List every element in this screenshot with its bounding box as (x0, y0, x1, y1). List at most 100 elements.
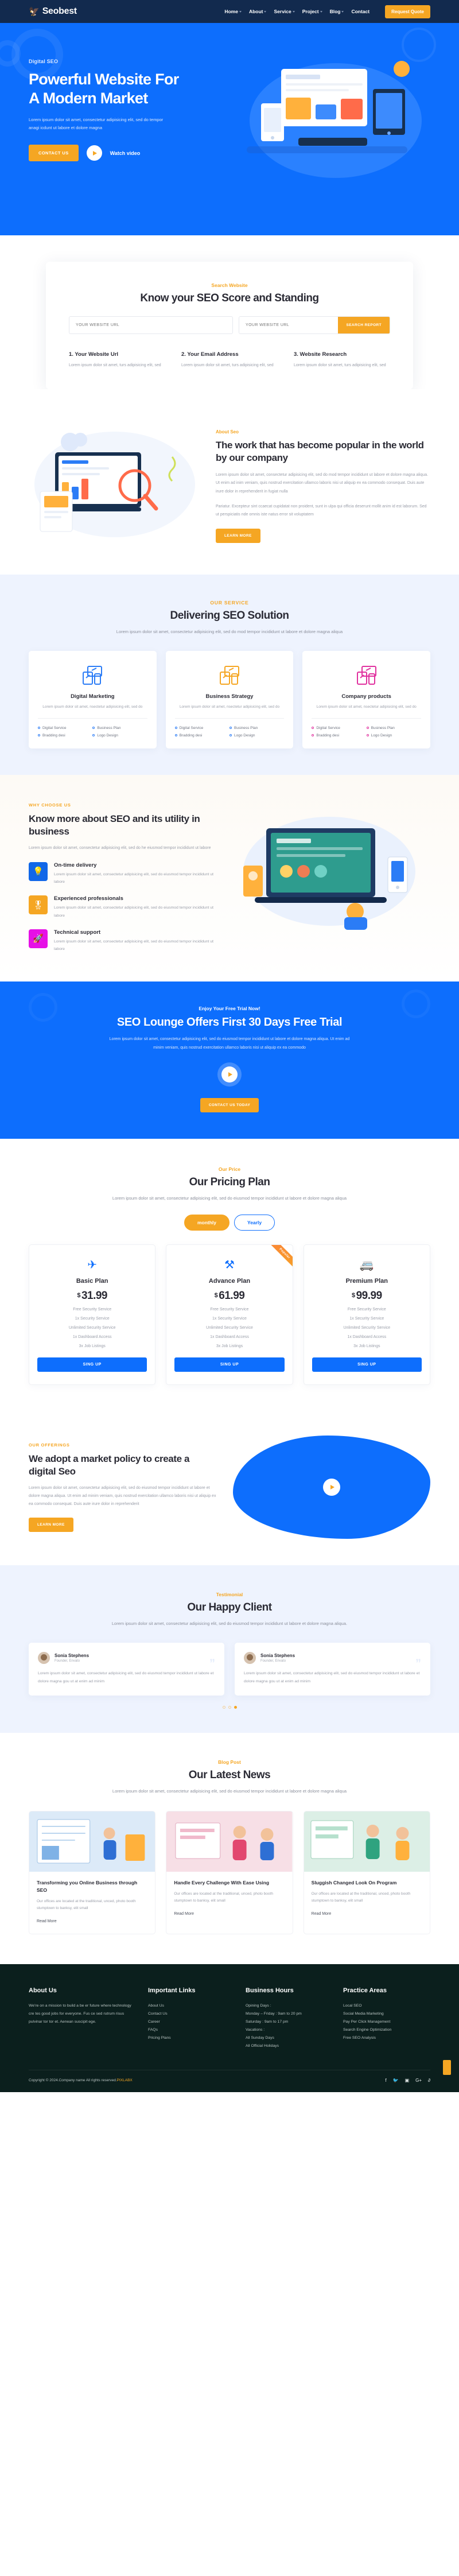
google-plus-icon[interactable]: G+ (415, 2078, 422, 2083)
blog-card[interactable]: Transforming you Online Business through… (29, 1811, 156, 1934)
why-feature-title: Technical support (54, 929, 101, 936)
billing-yearly-button[interactable]: Yearly (234, 1214, 275, 1231)
brand-logo[interactable]: 🦅 Seobest (29, 6, 77, 17)
copyright-text: Copyright © 2024.Company name All rights… (29, 2078, 133, 2082)
request-quote-button[interactable]: Request Quote (385, 5, 430, 18)
why-feature-item: 🚀 Technical support Lorem ipsum dolor si… (29, 929, 218, 953)
footer-link[interactable]: Career (148, 2018, 235, 2026)
service-desc: Lorem ipsum dolor sit amet, nsectetur ad… (42, 705, 143, 709)
step-desc: Lorem ipsum dolor sit amet, turs adipisi… (181, 363, 274, 367)
offerings-learn-more-button[interactable]: LEARN MORE (29, 1517, 73, 1532)
seo-score-title: Know your SEO Score and Standing (140, 292, 319, 304)
footer-practice-link[interactable]: Local SEO (343, 2002, 430, 2010)
footer-practice-link[interactable]: Free SEO Analysis (343, 2034, 430, 2042)
pricing-kicker: Our Price (218, 1166, 241, 1172)
seo-score-kicker: Search Website (211, 282, 248, 288)
nav-item-service[interactable]: Service (274, 9, 295, 14)
service-card[interactable]: Company products Lorem ipsum dolor sit a… (302, 651, 431, 748)
footer-link[interactable]: Contact Us (148, 2010, 235, 2018)
hero-watch-label: Watch video (110, 150, 141, 156)
trial-desc: Lorem ipsum dolor sit amet, consectetur … (109, 1037, 350, 1050)
blog-card[interactable]: Sluggish Changed Look On Program Our off… (303, 1811, 430, 1934)
plan-name: Premium Plan (345, 1277, 388, 1285)
divider (38, 717, 147, 719)
billing-monthly-button[interactable]: monthly (184, 1214, 230, 1231)
plan-feature: 1x Security Service (349, 1316, 384, 1321)
carousel-dot-active[interactable] (234, 1706, 237, 1709)
quote-icon: „ (209, 1651, 215, 1664)
trial-play-button[interactable] (221, 1066, 238, 1083)
bullet-icon (174, 734, 177, 737)
website-url-input[interactable] (69, 316, 233, 334)
footer-heading: Practice Areas (343, 1987, 387, 1994)
footer-hours-item: All Sunday Days (246, 2036, 274, 2040)
twitter-icon[interactable]: 🐦 (393, 2078, 399, 2083)
why-desc: Lorem ipsum dolor sit amet, consectetur … (29, 845, 211, 850)
service-desc: Lorem ipsum dolor sit amet, nsectetur ad… (179, 705, 280, 709)
read-more-link[interactable]: Read More (37, 1919, 57, 1923)
back-to-top-button[interactable] (443, 2059, 451, 2075)
brand-name: Seobest (42, 6, 77, 16)
about-paragraph-2: Pariatur. Excepteur sint ccaecat cupidat… (216, 504, 427, 517)
offerings-kicker: OUR OFFERINGS (29, 1442, 70, 1448)
blog-post-title: Handle Every Challenge With Ease Using (174, 1880, 270, 1886)
plan-feature: 1x Security Service (212, 1316, 247, 1321)
avatar (38, 1652, 50, 1665)
plan-signup-button[interactable]: SING UP (312, 1357, 422, 1372)
devices-icon (38, 662, 147, 689)
nav-item-about[interactable]: About (249, 9, 267, 14)
carousel-dots (29, 1706, 430, 1709)
service-feature: Digital Service (312, 724, 366, 732)
hero-play-button[interactable] (86, 145, 102, 161)
email-url-input[interactable] (239, 317, 339, 333)
service-card[interactable]: Business Strategy Lorem ipsum dolor sit … (165, 651, 294, 748)
nav-item-blog[interactable]: Blog (330, 9, 344, 14)
footer-link[interactable]: About Us (148, 2002, 235, 2010)
blog-illustration (166, 1811, 293, 1872)
why-feature-title: On-time delivery (54, 862, 97, 868)
offerings-section: OUR OFFERINGS We adopt a market policy t… (0, 1414, 459, 1565)
footer-about-text: We're on a mission to build a be er futu… (29, 2003, 131, 2024)
services-section: OUR SERVICE Delivering SEO Solution Lore… (0, 574, 459, 775)
blog-card[interactable]: Handle Every Challenge With Ease Using O… (166, 1811, 293, 1934)
behance-icon[interactable]: ∂ (428, 2078, 430, 2083)
main-nav: Home About Service Project Blog Contact … (224, 5, 430, 18)
devices-icon (312, 662, 421, 689)
search-report-button[interactable]: SEARCH REPORT (338, 317, 390, 333)
carousel-dot[interactable] (222, 1706, 225, 1709)
plan-signup-button[interactable]: SING UP (37, 1357, 147, 1372)
plan-name: Basic Plan (76, 1277, 108, 1285)
footer-practice-link[interactable]: Social Media Marketing (343, 2010, 430, 2018)
quote-icon: „ (415, 1651, 421, 1664)
service-feature: Bradding desi (38, 732, 92, 739)
contact-us-today-button[interactable]: CONTACT US TODAY (200, 1097, 259, 1112)
tools-icon: ⚒ (224, 1258, 235, 1271)
footer-links-column: Important Links About Us Contact Us Care… (148, 1987, 235, 2050)
plan-feature: Unlimited Security Service (206, 1325, 253, 1330)
instagram-icon[interactable]: ▣ (405, 2078, 410, 2083)
bullet-icon (230, 727, 232, 730)
plan-name: Advance Plan (208, 1277, 251, 1285)
bullet-icon (174, 727, 177, 730)
offerings-play-button[interactable] (323, 1478, 340, 1496)
read-more-link[interactable]: Read More (174, 1912, 194, 1916)
facebook-icon[interactable]: f (385, 2078, 386, 2083)
hero-contact-button[interactable]: CONTACT US (29, 145, 79, 162)
read-more-link[interactable]: Read More (312, 1912, 332, 1916)
service-card[interactable]: Digital Marketing Lorem ipsum dolor sit … (29, 651, 157, 748)
testimonial-desc: Lorem ipsum dolor sit amet, consectetur … (111, 1620, 348, 1626)
footer-link[interactable]: FAQs (148, 2026, 235, 2034)
service-feature: Bradding desi (174, 732, 230, 739)
carousel-dot[interactable] (228, 1706, 231, 1709)
footer-link[interactable]: Pricing Plans (148, 2034, 235, 2042)
services-desc: Lorem ipsum dolor sit amet, consectetur … (116, 629, 343, 634)
footer-practice-link[interactable]: Pay Per Click Management (343, 2018, 430, 2026)
nav-item-contact[interactable]: Contact (351, 9, 369, 14)
billing-toggle: monthly Yearly (29, 1214, 430, 1231)
bullet-icon (92, 734, 95, 737)
footer-practice-link[interactable]: Search Engine Optimization (343, 2026, 430, 2034)
nav-item-home[interactable]: Home (224, 9, 242, 14)
nav-item-project[interactable]: Project (302, 9, 322, 14)
about-learn-more-button[interactable]: LEARN MORE (216, 528, 260, 543)
plan-signup-button[interactable]: SING UP (174, 1357, 285, 1372)
